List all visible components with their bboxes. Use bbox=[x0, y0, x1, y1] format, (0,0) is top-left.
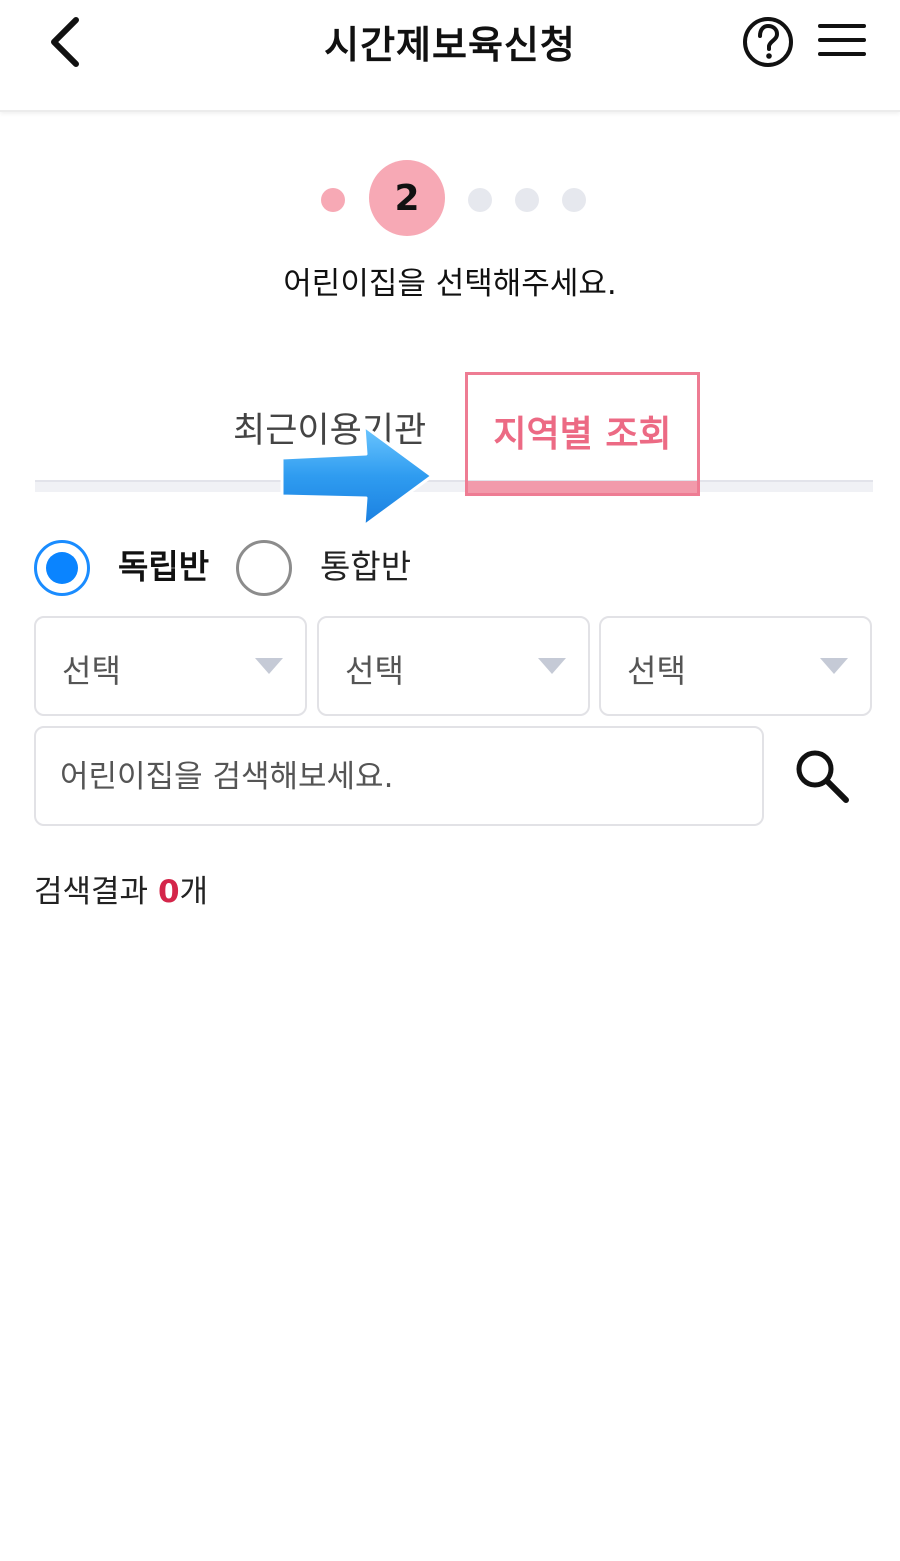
caret-down-icon bbox=[538, 658, 566, 674]
tab-divider bbox=[35, 480, 873, 492]
tab-active-indicator bbox=[468, 481, 697, 493]
select-value: 선택 bbox=[345, 652, 404, 690]
result-suffix: 개 bbox=[179, 874, 209, 910]
radio-label-integrated[interactable]: 통합반 bbox=[320, 540, 411, 588]
result-prefix: 검색결과 bbox=[34, 874, 158, 910]
select-value: 선택 bbox=[62, 652, 121, 690]
menu-button[interactable] bbox=[814, 18, 870, 66]
caret-down-icon bbox=[255, 658, 283, 674]
question-circle-icon bbox=[743, 17, 793, 67]
app-header: 시간제보육신청 bbox=[0, 0, 900, 112]
radio-integrated-class[interactable] bbox=[236, 540, 292, 596]
search-box bbox=[34, 726, 764, 826]
step-indicator: 2 bbox=[0, 160, 900, 240]
hamburger-menu-icon bbox=[818, 24, 866, 56]
step-dot-4 bbox=[515, 188, 539, 212]
result-count-number: 0 bbox=[157, 874, 180, 910]
tab-region-search[interactable]: 지역별 조회 bbox=[465, 372, 700, 496]
radio-label-independent[interactable]: 독립반 bbox=[118, 540, 209, 588]
search-result-count: 검색결과 0개 bbox=[34, 866, 208, 911]
class-type-radio-group: 독립반 통합반 bbox=[34, 538, 534, 598]
step-dot-1 bbox=[321, 188, 345, 212]
back-button[interactable] bbox=[38, 10, 98, 74]
caret-down-icon bbox=[820, 658, 848, 674]
step-dot-3 bbox=[468, 188, 492, 212]
help-button[interactable] bbox=[740, 14, 796, 70]
step-dot-current: 2 bbox=[369, 160, 445, 236]
region-select-2[interactable]: 선택 bbox=[317, 616, 590, 716]
tab-bar: 최근이용기관 지역별 조회 bbox=[35, 372, 873, 496]
region-select-1[interactable]: 선택 bbox=[34, 616, 307, 716]
radio-independent-class[interactable] bbox=[34, 540, 90, 596]
tab-recent-facilities[interactable]: 최근이용기관 bbox=[233, 402, 426, 453]
chevron-left-icon bbox=[51, 17, 79, 67]
step-dot-5 bbox=[562, 188, 586, 212]
instruction-text: 어린이집을 선택해주세요. bbox=[283, 266, 617, 302]
select-value: 선택 bbox=[627, 652, 686, 690]
search-icon bbox=[796, 750, 849, 803]
tab-region-label: 지역별 조회 bbox=[493, 414, 672, 455]
search-button[interactable] bbox=[790, 744, 854, 808]
search-input[interactable] bbox=[60, 752, 740, 802]
region-select-3[interactable]: 선택 bbox=[599, 616, 872, 716]
